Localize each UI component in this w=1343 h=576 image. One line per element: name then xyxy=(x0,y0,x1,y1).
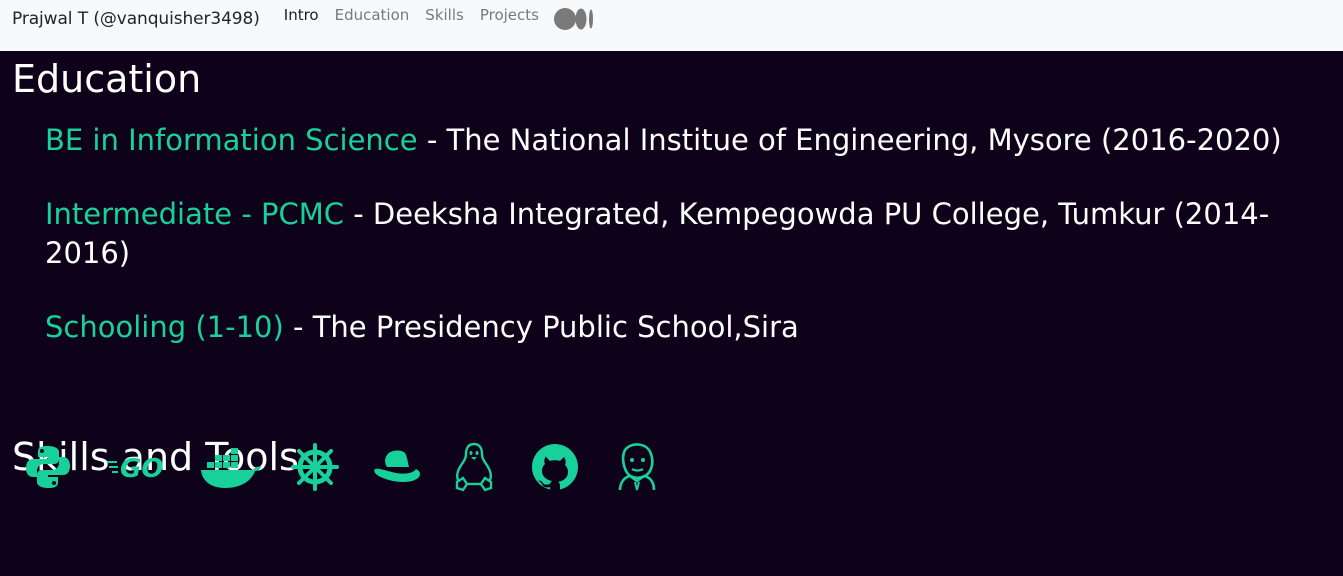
kubernetes-icon xyxy=(291,443,339,491)
linux-icon xyxy=(453,442,495,492)
nav-link-projects[interactable]: Projects xyxy=(480,6,539,24)
degree-label: Intermediate - PCMC xyxy=(45,197,345,231)
nav-links: Intro Education Skills Projects xyxy=(284,6,555,24)
medium-icon[interactable] xyxy=(553,8,596,34)
skills-icons: GO xyxy=(24,442,661,492)
jenkins-icon xyxy=(613,443,661,491)
nav-link-education[interactable]: Education xyxy=(335,6,410,24)
navbar: Prajwal T (@vanquisher3498) Intro Educat… xyxy=(0,0,1343,51)
nav-link-intro[interactable]: Intro xyxy=(284,6,319,24)
institution-detail: - The National Institue of Engineering, … xyxy=(417,123,1282,157)
python-icon xyxy=(24,443,72,491)
education-title: Education xyxy=(12,57,202,101)
brand-name[interactable]: Prajwal T (@vanquisher3498) xyxy=(12,9,260,29)
github-icon xyxy=(531,443,579,491)
main-content: Education BE in Information Science - Th… xyxy=(0,51,1343,576)
svg-text:GO: GO xyxy=(120,454,163,482)
degree-label: BE in Information Science xyxy=(45,123,418,157)
education-item: Schooling (1-10) - The Presidency Public… xyxy=(45,308,1325,347)
education-item: BE in Information Science - The National… xyxy=(45,121,1325,160)
education-list: BE in Information Science - The National… xyxy=(45,121,1325,347)
docker-icon xyxy=(199,443,261,491)
redhat-icon xyxy=(371,443,423,491)
institution-detail: - The Presidency Public School,Sira xyxy=(283,310,799,344)
education-item: Intermediate - PCMC - Deeksha Integrated… xyxy=(45,195,1325,273)
nav-link-skills[interactable]: Skills xyxy=(425,6,464,24)
go-icon: GO xyxy=(107,443,169,491)
degree-label: Schooling (1-10) xyxy=(45,310,284,344)
